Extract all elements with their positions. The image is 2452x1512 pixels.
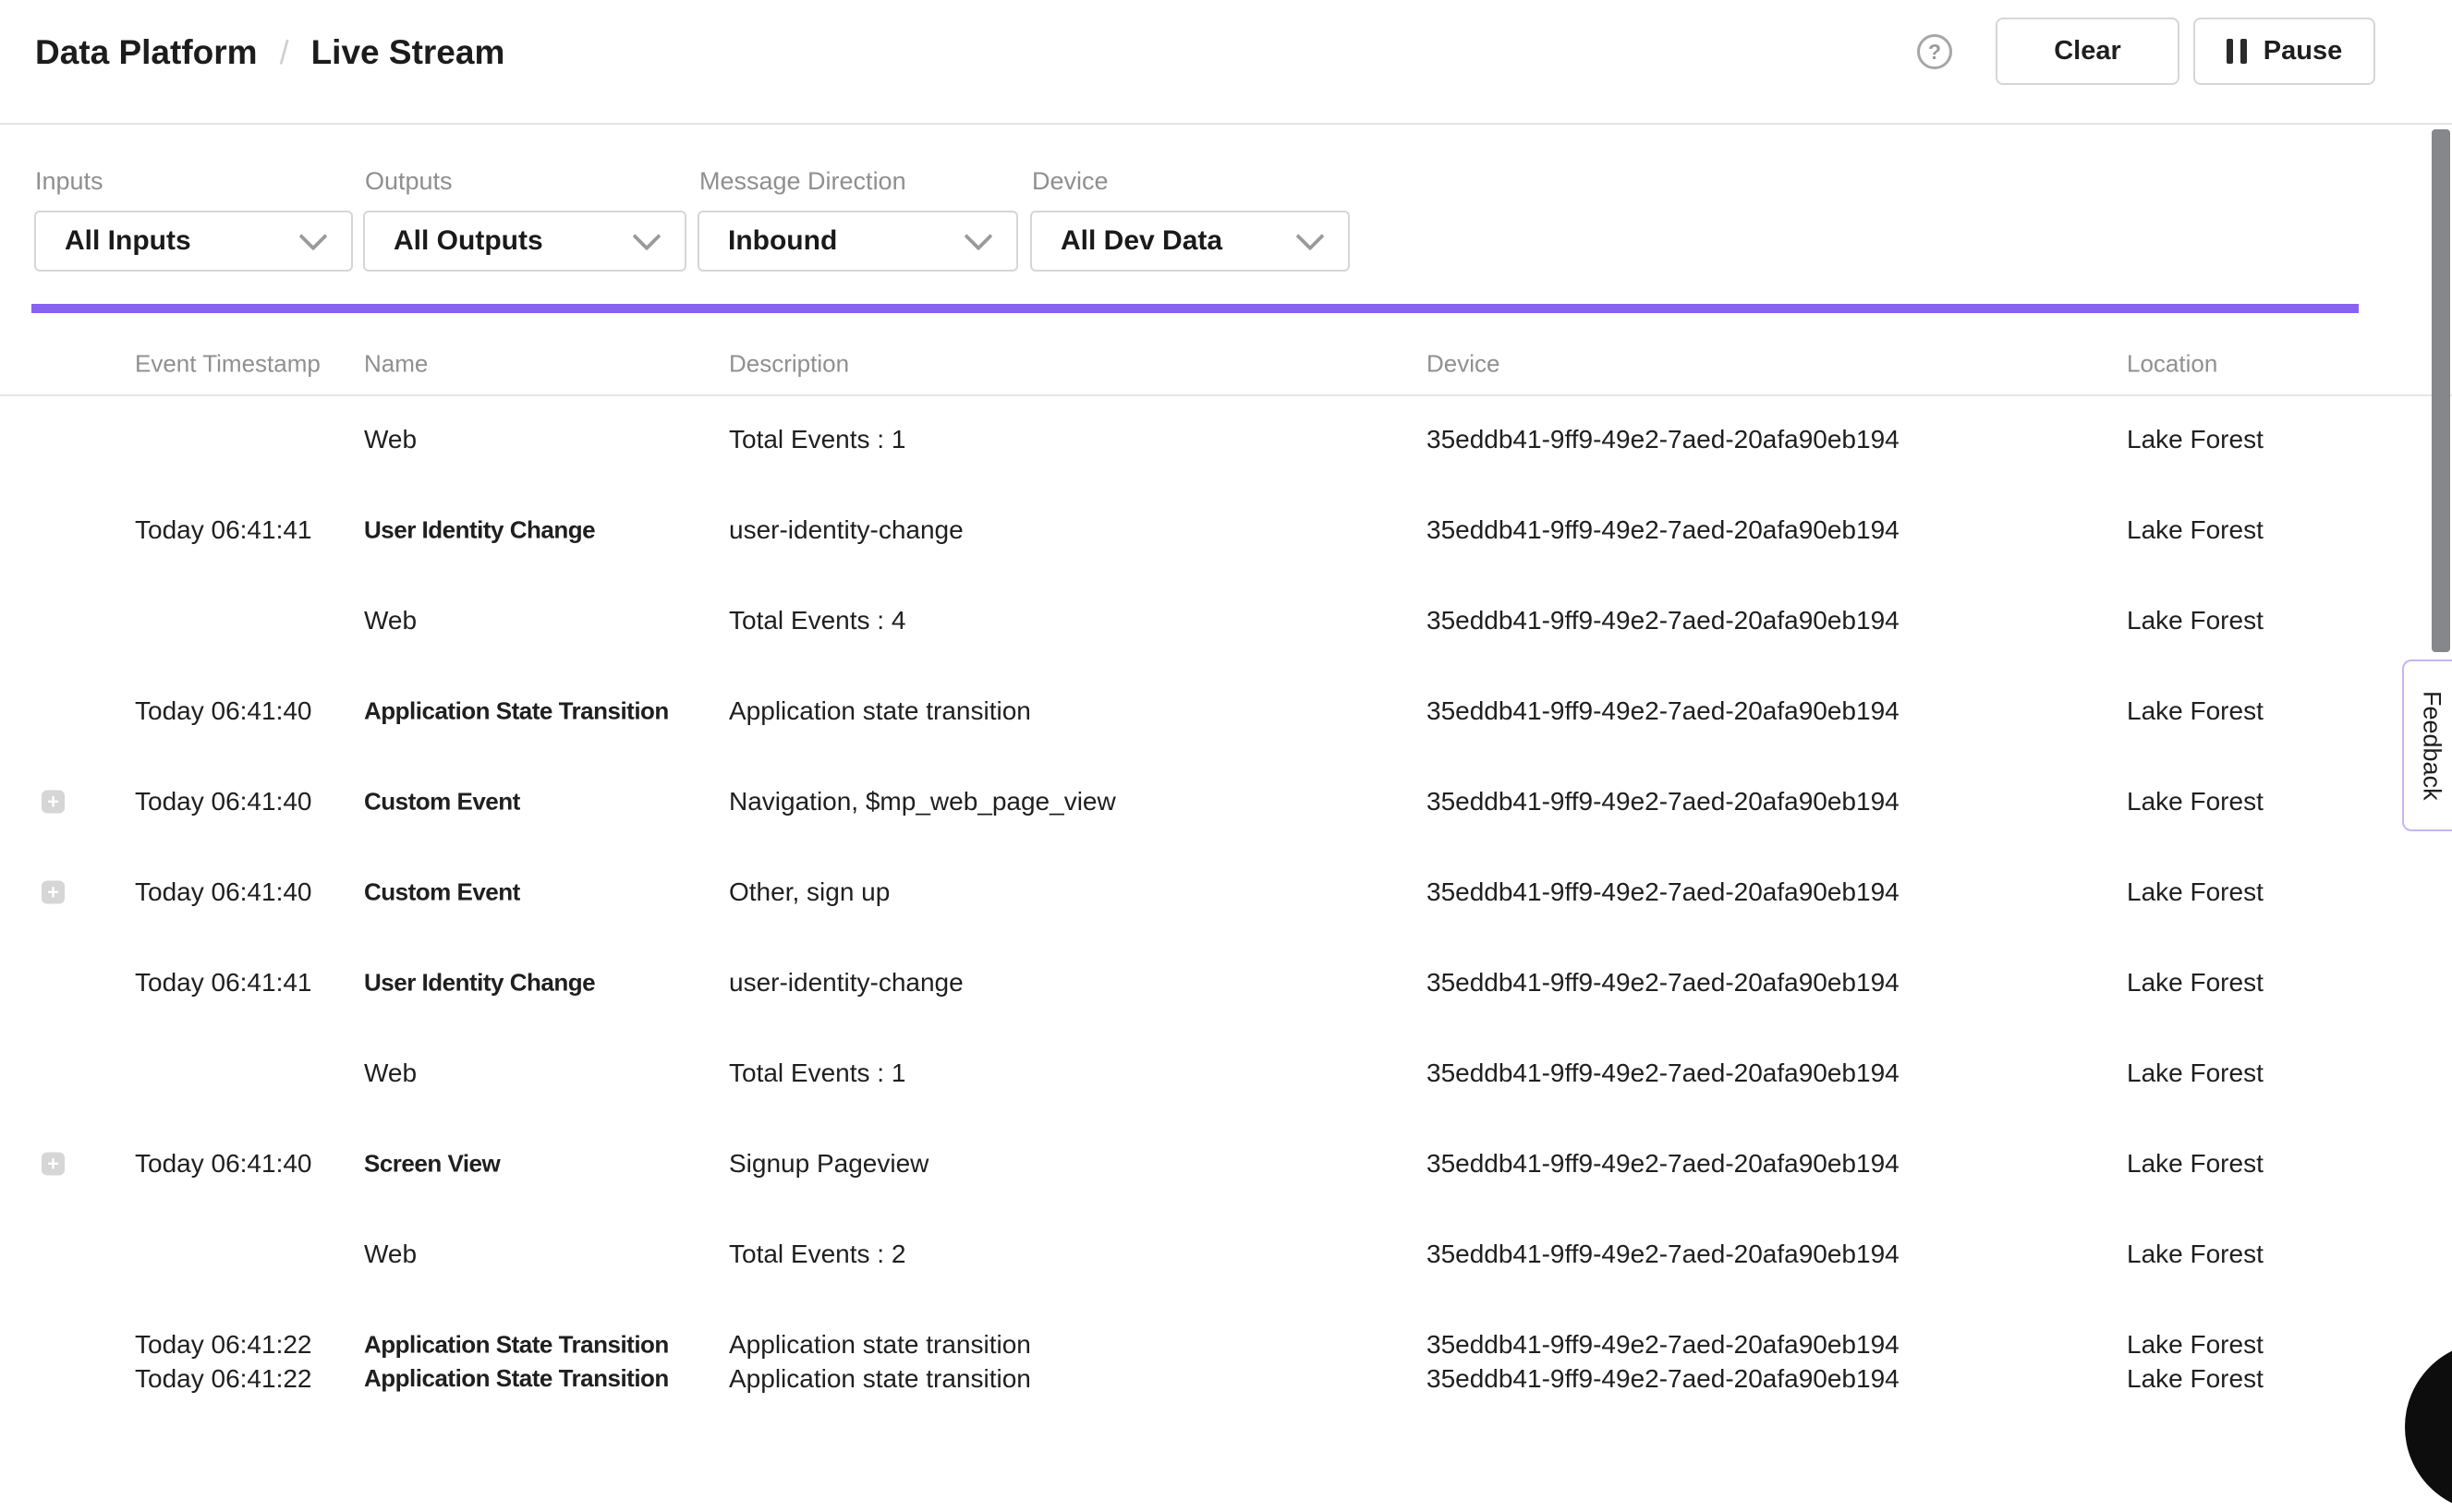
- clear-button[interactable]: Clear: [1996, 18, 2179, 85]
- table-row: Web Total Events : 1 35eddb41-9ff9-49e2-…: [0, 1028, 2452, 1119]
- message-direction-select[interactable]: Inbound: [698, 211, 1018, 272]
- table-row: Today 06:41:40 Application State Transit…: [0, 666, 2452, 756]
- table-row: + Today 06:41:40 Custom Event Other, sig…: [0, 847, 2452, 937]
- column-header-timestamp: Event Timestamp: [135, 349, 321, 378]
- breadcrumb-separator: /: [280, 33, 289, 72]
- table-row-clipped: Today 06:41:22 Application State Transit…: [0, 1364, 2452, 1401]
- message-direction-filter-label: Message Direction: [699, 167, 906, 196]
- table-row: Today 06:41:41 User Identity Change user…: [0, 937, 2452, 1028]
- table-row: Today 06:41:41 User Identity Change user…: [0, 485, 2452, 575]
- inputs-filter-label: Inputs: [35, 167, 103, 196]
- expand-plus-icon[interactable]: +: [42, 1153, 65, 1176]
- vertical-scrollbar-thumb[interactable]: [2432, 129, 2450, 652]
- table-row: + Today 06:41:40 Screen View Signup Page…: [0, 1119, 2452, 1209]
- table-header: Event Timestamp Name Description Device …: [0, 333, 2452, 394]
- column-header-name: Name: [364, 349, 428, 378]
- top-bar: Data Platform / Live Stream ? Clear Paus…: [0, 0, 2452, 125]
- page-title: Live Stream: [311, 33, 505, 72]
- pause-button[interactable]: Pause: [2193, 18, 2375, 85]
- outputs-filter-label: Outputs: [365, 167, 453, 196]
- feedback-tab[interactable]: Feedback: [2402, 659, 2452, 831]
- table-row: + Today 06:41:40 Custom Event Navigation…: [0, 756, 2452, 847]
- table-row: Web Total Events : 4 35eddb41-9ff9-49e2-…: [0, 575, 2452, 666]
- chevron-down-icon: [1295, 222, 1324, 250]
- table-row: Web Total Events : 2 35eddb41-9ff9-49e2-…: [0, 1209, 2452, 1300]
- inputs-select[interactable]: All Inputs: [34, 211, 353, 272]
- chevron-down-icon: [964, 222, 992, 250]
- event-list: Web Total Events : 1 35eddb41-9ff9-49e2-…: [0, 394, 2452, 1390]
- device-filter-label: Device: [1032, 167, 1109, 196]
- help-icon[interactable]: ?: [1917, 34, 1952, 69]
- column-header-description: Description: [729, 349, 849, 378]
- stream-progress-bar: [31, 304, 2359, 313]
- device-select[interactable]: All Dev Data: [1030, 211, 1350, 272]
- breadcrumb: Data Platform / Live Stream: [35, 33, 504, 72]
- chevron-down-icon: [632, 222, 661, 250]
- column-header-device: Device: [1426, 349, 1499, 378]
- outputs-select[interactable]: All Outputs: [363, 211, 686, 272]
- breadcrumb-section[interactable]: Data Platform: [35, 33, 258, 72]
- expand-plus-icon[interactable]: +: [42, 791, 65, 814]
- chevron-down-icon: [298, 222, 327, 250]
- table-row: Web Total Events : 1 35eddb41-9ff9-49e2-…: [0, 394, 2452, 485]
- column-header-location: Location: [2127, 349, 2217, 378]
- expand-plus-icon[interactable]: +: [42, 881, 65, 904]
- pause-icon: [2227, 39, 2247, 64]
